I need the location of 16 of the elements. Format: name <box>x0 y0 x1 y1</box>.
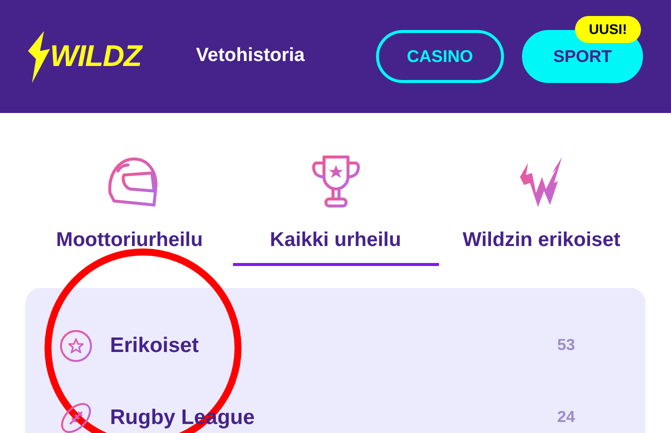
new-badge: UUSI! <box>574 16 641 43</box>
tab-label: Kaikki urheilu <box>270 228 402 253</box>
category-row[interactable]: Erikoiset 53 <box>26 310 645 382</box>
rugby-ball-icon <box>59 401 93 433</box>
sport-tab[interactable]: Wildzin erikoiset <box>438 153 644 266</box>
sport-tab[interactable]: Kaikki urheilu <box>232 153 438 266</box>
section-button[interactable]: CASINO <box>376 30 504 83</box>
tab-label: Wildzin erikoiset <box>462 228 620 253</box>
event-count: 53 <box>557 336 575 356</box>
lightning-icon <box>28 30 50 82</box>
nav-link[interactable]: Vetohistoria <box>196 42 305 71</box>
sport-tab[interactable]: Moottoriurheilu <box>26 153 232 266</box>
tab-label: Moottoriurheilu <box>56 228 203 253</box>
event-count: 24 <box>557 408 575 428</box>
logo[interactable]: WILDZ <box>28 30 142 82</box>
category-name: Erikoiset <box>110 333 199 360</box>
